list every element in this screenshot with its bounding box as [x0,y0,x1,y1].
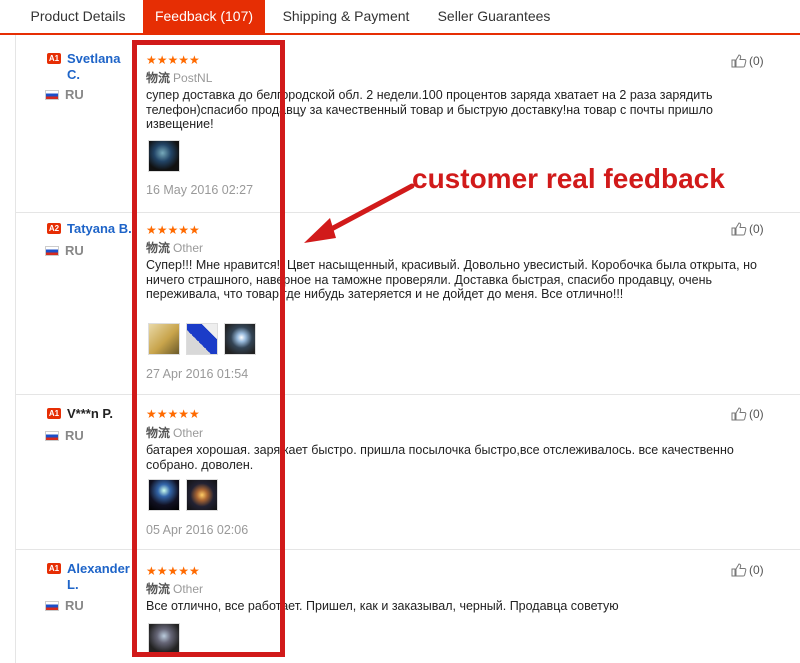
logistics-info: 物流 Other [146,426,204,440]
review-text: Все отлично, все работает. Пришел, как и… [146,599,619,613]
review-date: 05 Apr 2016 02:06 [146,523,249,537]
review-photo-thumbnail[interactable] [224,323,256,355]
logistics-info: 物流 PostNL [146,71,213,85]
review-photo-thumbnail[interactable] [186,479,218,511]
feedback-list: A1 Svetlana C. RU ★★★★★ 物流 PostNL супер до… [15,35,800,663]
list-item: A1 V***n P. RU ★★★★★ 物流 Other батарея хор… [16,395,800,550]
review-text: батарея хорошая. заряжает быстро. пришла… [146,443,734,472]
russia-flag-icon [45,601,59,611]
russia-flag-icon [45,90,59,100]
review-photo-thumbnail[interactable] [148,140,180,172]
review-text: Супер!!! Мне нравится!! Цвет насыщенный,… [146,258,757,301]
thumbs-up-icon [731,563,747,577]
review-text: супер доставка до белгородской обл. 2 не… [146,88,713,131]
helpful-button[interactable]: (0) [731,407,764,421]
buyer-name[interactable]: Tatyana B. [67,221,137,237]
buyer-level-badge: A1 [47,408,61,419]
rating-stars: ★★★★★ [146,564,200,578]
buyer-country: RU [65,598,84,613]
list-item: A1 Alexander L. RU ★★★★★ 物流 Other Все отли… [16,550,800,663]
thumbs-up-icon [731,54,747,68]
russia-flag-icon [45,246,59,256]
tab-product-details[interactable]: Product Details [18,0,138,33]
tab-feedback[interactable]: Feedback (107) [143,0,265,33]
buyer-country: RU [65,428,84,443]
arrow-icon [304,183,415,243]
tab-shipping-payment[interactable]: Shipping & Payment [276,0,416,33]
review-photo-thumbnail[interactable] [186,323,218,355]
logistics-info: 物流 Other [146,582,204,596]
buyer-name[interactable]: V***n P. [67,406,113,422]
buyer-name[interactable]: Alexander L. [67,561,145,593]
annotation-label: customer real feedback [412,163,725,194]
review-date: 27 Apr 2016 01:54 [146,367,249,381]
buyer-country: RU [65,87,84,102]
review-date: 16 May 2016 02:27 [146,183,254,197]
rating-stars: ★★★★★ [146,223,200,237]
tab-bar: Product Details Feedback (107) Shipping … [0,0,800,35]
tab-seller-guarantees[interactable]: Seller Guarantees [428,0,560,33]
thumbs-up-icon [731,222,747,236]
buyer-name[interactable]: Svetlana C. [67,51,120,83]
buyer-level-badge: A1 [47,53,61,64]
buyer-country: RU [65,243,84,258]
helpful-button[interactable]: (0) [731,222,764,236]
buyer-level-badge: A2 [47,223,61,234]
russia-flag-icon [45,431,59,441]
rating-stars: ★★★★★ [146,407,200,421]
buyer-level-badge: A1 [47,563,61,574]
review-photo-thumbnail[interactable] [148,479,180,511]
rating-stars: ★★★★★ [146,53,200,67]
helpful-button[interactable]: (0) [731,563,764,577]
logistics-info: 物流 Other [146,241,204,255]
review-photo-thumbnail[interactable] [148,323,180,355]
helpful-button[interactable]: (0) [731,54,764,68]
review-photo-thumbnail[interactable] [148,623,180,655]
thumbs-up-icon [731,407,747,421]
